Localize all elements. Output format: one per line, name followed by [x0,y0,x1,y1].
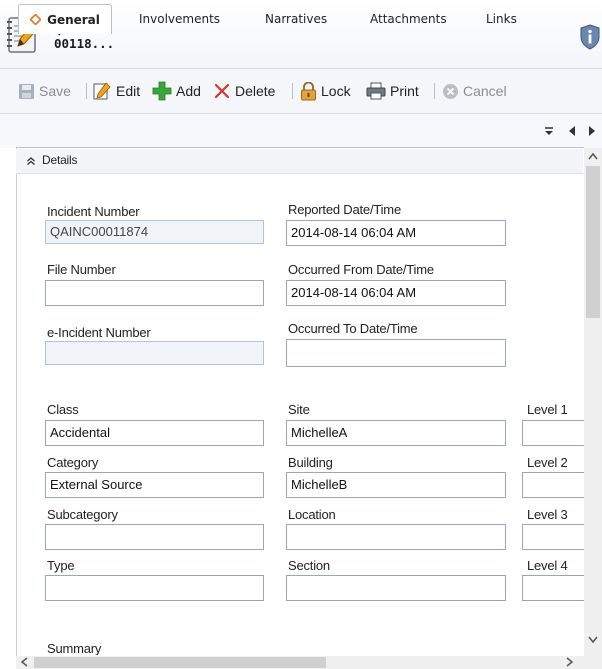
record-title-line-2: 00118... [54,36,115,51]
tab-overflow-menu-icon[interactable] [543,124,555,136]
level1-field[interactable] [522,420,586,446]
level2-field[interactable] [522,472,586,498]
delete-button[interactable]: Delete [213,81,275,101]
delete-label: Delete [235,83,276,99]
save-label: Save [39,83,71,99]
lock-label: Lock [321,83,351,99]
vertical-scroll-thumb[interactable] [586,166,600,318]
scroll-right-arrow-icon[interactable] [566,657,574,667]
building-label: Building [288,455,333,470]
horizontal-scroll-thumb[interactable] [34,657,326,668]
subcategory-field[interactable] [45,524,264,550]
tab-scroll-right-icon[interactable] [587,125,597,137]
printer-icon [366,82,386,100]
location-field[interactable] [286,524,506,550]
building-field[interactable]: MichelleB [286,472,506,498]
category-field[interactable]: External Source [45,472,264,498]
level4-label: Level 4 [527,558,568,573]
cancel-label: Cancel [463,83,507,99]
lock-button[interactable]: Lock [300,81,351,101]
reported-datetime-label: Reported Date/Time [288,202,401,217]
occurred-to-label: Occurred To Date/Time [288,321,418,336]
location-label: Location [288,507,336,522]
reported-datetime-field[interactable]: 2014-08-14 06:04 AM [286,220,506,246]
file-number-label: File Number [47,262,116,277]
floppy-disk-icon [19,83,34,99]
class-label: Class [47,402,79,417]
tab-links[interactable]: Links [486,6,517,32]
incident-number-field: QAINC00011874 [45,220,264,244]
level4-field[interactable] [522,575,586,601]
padlock-icon [301,81,316,100]
action-toolbar: Save Edit Add Delete Lock Print Cancel [0,69,602,114]
tab-general[interactable]: General [18,4,112,34]
section-label: Section [288,558,330,573]
summary-label-clip: Summary [40,644,340,655]
site-label: Site [288,402,310,417]
add-label: Add [176,83,201,99]
details-section-header[interactable]: Details [16,149,583,174]
print-label: Print [390,83,419,99]
level2-label: Level 2 [527,455,568,470]
file-number-field[interactable] [45,280,264,306]
scroll-left-arrow-icon[interactable] [20,657,28,667]
tab-attachments[interactable]: Attachments [370,6,447,32]
level3-field[interactable] [522,524,586,550]
section-field[interactable] [286,575,506,601]
type-field[interactable] [45,575,264,601]
edit-button[interactable]: Edit [92,81,140,101]
tab-narratives[interactable]: Narratives [265,6,327,32]
save-button[interactable]: Save [18,81,71,101]
tab-involvements[interactable]: Involvements [139,6,220,32]
diamond-icon [30,14,42,25]
occurred-from-label: Occurred From Date/Time [288,262,434,277]
close-x-icon [214,83,230,99]
occurred-to-field[interactable] [286,339,506,367]
toolbar-divider [292,83,293,99]
tab-strip [0,114,602,148]
e-incident-number-field [45,341,264,365]
edit-label: Edit [116,83,141,99]
print-button[interactable]: Print [366,81,419,101]
cancel-circle-icon [443,83,458,99]
details-section-title: Details [42,153,78,167]
e-incident-number-label: e-Incident Number [47,325,151,340]
info-shield-icon[interactable] [580,24,600,50]
scroll-up-arrow-icon[interactable] [588,152,598,160]
tab-general-label: General [47,12,100,27]
level1-label: Level 1 [527,402,568,417]
tab-scroll-left-icon[interactable] [567,125,577,137]
subcategory-label: Subcategory [47,507,118,522]
class-field[interactable]: Accidental [45,420,264,446]
toolbar-divider [86,83,87,99]
level3-label: Level 3 [527,507,568,522]
incident-number-label: Incident Number [47,204,140,219]
collapse-chevrons-icon [27,157,35,165]
cancel-button[interactable]: Cancel [442,81,507,101]
toolbar-divider [434,83,435,99]
occurred-from-field[interactable]: 2014-08-14 06:04 AM [286,280,506,306]
add-button[interactable]: Add [152,81,201,101]
site-field[interactable]: MichelleA [286,420,506,446]
category-label: Category [47,455,99,470]
edit-pencil-icon [93,82,111,100]
plus-icon [152,81,172,101]
summary-label: Summary [47,644,102,655]
scroll-down-arrow-icon[interactable] [588,636,598,644]
type-label: Type [47,558,75,573]
